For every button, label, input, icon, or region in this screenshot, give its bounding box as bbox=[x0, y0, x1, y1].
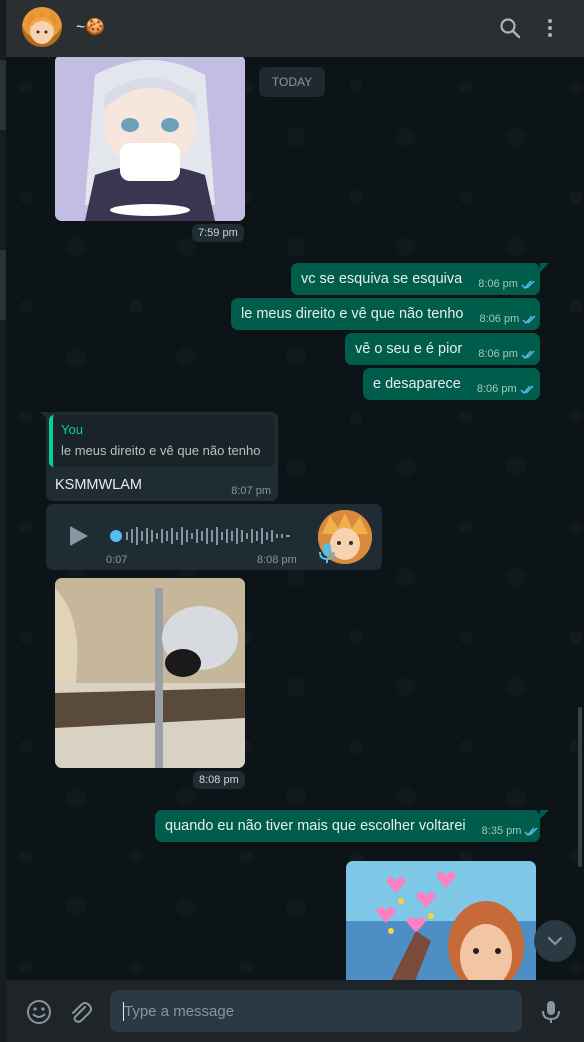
chat-area[interactable]: 7:59 pm TODAY vc se esquiva se esquiva 8… bbox=[6, 57, 584, 980]
quote-author: You bbox=[61, 422, 83, 437]
incoming-reply-message[interactable]: You le meus direito e vê que não tenho K… bbox=[46, 412, 278, 501]
message-input[interactable] bbox=[110, 990, 522, 1032]
scroll-to-bottom-button[interactable] bbox=[534, 920, 576, 962]
image-timestamp: 7:59 pm bbox=[192, 224, 244, 242]
message-time: 8:35 pm bbox=[481, 825, 522, 837]
message-meta: 8:06 pm bbox=[478, 278, 537, 290]
video-still-image bbox=[55, 578, 245, 768]
anime-avatar-art bbox=[26, 9, 58, 44]
chat-scrollbar[interactable] bbox=[578, 707, 582, 867]
message-text: vê o seu e é pior bbox=[355, 341, 463, 357]
bubble-tail bbox=[540, 263, 549, 272]
message-time: 8:08 pm bbox=[257, 554, 297, 566]
outgoing-message[interactable]: le meus direito e vê que não tenho 8:06 … bbox=[231, 298, 540, 330]
double-check-icon bbox=[521, 349, 535, 359]
message-time: 8:06 pm bbox=[479, 313, 520, 325]
contact-avatar[interactable] bbox=[22, 7, 62, 47]
message-time: 8:06 pm bbox=[478, 278, 518, 290]
double-check-icon bbox=[521, 279, 535, 289]
microphone-icon[interactable] bbox=[538, 999, 564, 1025]
bubble-tail bbox=[540, 810, 549, 819]
chevron-down-icon bbox=[547, 936, 563, 946]
chat-header: ~🍪 bbox=[6, 0, 584, 57]
message-text: le meus direito e vê que não tenho bbox=[241, 306, 464, 322]
message-meta: 8:06 pm bbox=[478, 348, 537, 360]
message-text: vc se esquiva se esquiva bbox=[301, 271, 463, 287]
message-composer bbox=[6, 980, 584, 1042]
date-chip: TODAY bbox=[259, 67, 325, 97]
message-time: 8:06 pm bbox=[478, 348, 518, 360]
message-time: 8:06 pm bbox=[476, 383, 517, 395]
paperclip-icon[interactable] bbox=[67, 999, 93, 1025]
microphone-icon bbox=[319, 543, 335, 563]
text-cursor bbox=[123, 1002, 124, 1021]
image-message[interactable] bbox=[55, 578, 245, 768]
message-meta: 8:06 pm bbox=[477, 383, 536, 395]
message-text: e desaparece bbox=[373, 376, 461, 392]
message-text: quando eu não tiver mais que escolher vo… bbox=[165, 818, 466, 834]
quote-text: le meus direito e vê que não tenho bbox=[61, 443, 261, 458]
outgoing-message[interactable]: quando eu não tiver mais que escolher vo… bbox=[155, 810, 540, 842]
search-icon[interactable] bbox=[498, 16, 522, 40]
image-message[interactable] bbox=[346, 861, 536, 980]
double-check-icon bbox=[522, 314, 536, 324]
outgoing-message[interactable]: e desaparece 8:06 pm bbox=[363, 368, 540, 400]
emoji-icon[interactable] bbox=[26, 999, 52, 1025]
audio-duration: 0:07 bbox=[106, 554, 128, 566]
outgoing-message[interactable]: vê o seu e é pior 8:06 pm bbox=[345, 333, 540, 365]
outgoing-message[interactable]: vc se esquiva se esquiva 8:06 pm bbox=[291, 263, 540, 295]
double-check-icon bbox=[524, 826, 538, 836]
message-meta: 8:35 pm bbox=[482, 825, 541, 837]
audio-waveform[interactable] bbox=[108, 524, 294, 548]
image-message[interactable] bbox=[55, 57, 245, 221]
voice-message[interactable]: 0:07 8:08 pm bbox=[46, 504, 382, 570]
message-text: KSMMWLAM bbox=[55, 477, 142, 493]
message-meta: 8:06 pm bbox=[479, 313, 538, 325]
message-time: 8:07 pm bbox=[231, 485, 271, 497]
image-timestamp: 8:08 pm bbox=[193, 771, 245, 789]
contact-name[interactable]: ~🍪 bbox=[76, 17, 105, 37]
hearts-meme-image bbox=[346, 861, 536, 980]
double-check-icon bbox=[520, 384, 534, 394]
quoted-message[interactable]: You le meus direito e vê que não tenho bbox=[49, 415, 275, 467]
menu-dots-icon[interactable] bbox=[538, 16, 562, 40]
play-icon[interactable] bbox=[64, 522, 92, 550]
anime-tea-image bbox=[55, 57, 245, 221]
